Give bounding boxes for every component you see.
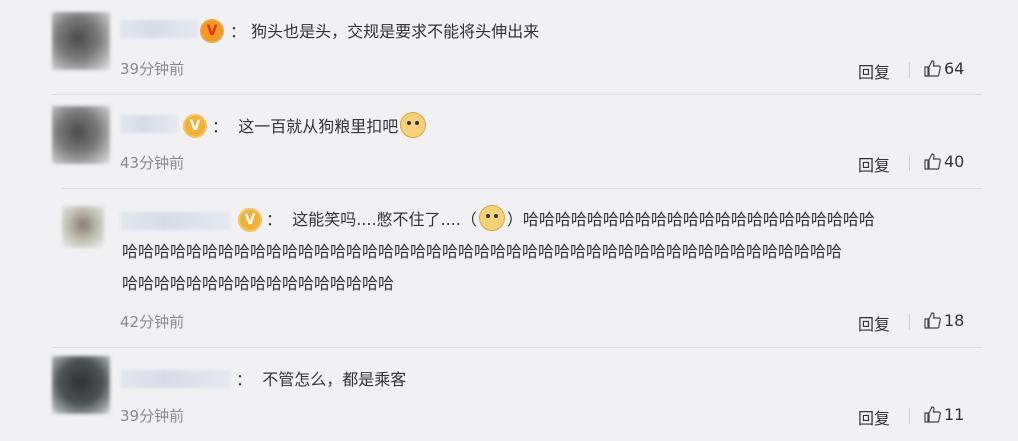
like-button[interactable]: 64: [923, 59, 964, 78]
avatar[interactable]: [52, 106, 110, 164]
avatar[interactable]: [62, 206, 104, 248]
like-count: 64: [944, 59, 965, 78]
comment-text-line-2: 哈哈哈哈哈哈哈哈哈哈哈哈哈哈哈哈哈哈哈哈哈哈哈哈哈哈哈哈哈哈哈哈哈哈哈哈哈哈哈哈…: [122, 242, 843, 261]
comment-time: 39分钟前: [120, 60, 185, 78]
like-button[interactable]: 18: [923, 311, 964, 330]
action-divider: [909, 155, 910, 171]
thumbs-up-icon: [924, 312, 941, 329]
like-button[interactable]: 40: [923, 152, 964, 171]
avatar[interactable]: [52, 356, 110, 414]
reply-button[interactable]: 回复: [858, 311, 890, 335]
comment-time: 43分钟前: [120, 154, 185, 172]
comment-text: ： 不管怎么，都是乘客: [236, 370, 407, 389]
avatar[interactable]: [52, 12, 110, 70]
username[interactable]: [120, 20, 198, 38]
doge-emoji-icon: [400, 112, 427, 138]
thumbs-up-icon: [924, 60, 941, 77]
comment-text: ： 这一百就从狗粮里扣吧: [212, 111, 428, 143]
action-divider: [909, 408, 910, 424]
verified-v-icon: V: [238, 208, 262, 232]
like-count: 11: [944, 405, 965, 424]
doge-emoji-icon: [478, 205, 505, 231]
comment-time: 42分钟前: [120, 313, 185, 331]
action-divider: [909, 62, 910, 78]
thumbs-up-icon: [924, 153, 941, 170]
like-count: 40: [944, 152, 965, 171]
username[interactable]: [120, 115, 178, 133]
comment-text: ： 狗头也是头，交规是要求不能将头伸出来: [230, 22, 540, 41]
verified-v-icon: V: [183, 114, 207, 138]
like-button[interactable]: 11: [923, 405, 964, 424]
comment-text-line-3: 哈哈哈哈哈哈哈哈哈哈哈哈哈哈哈哈哈: [122, 274, 395, 293]
thumbs-up-icon: [924, 406, 941, 423]
like-count: 18: [944, 311, 965, 330]
username[interactable]: [120, 370, 230, 388]
action-divider: [909, 314, 910, 330]
divider: [62, 188, 982, 189]
reply-button[interactable]: 回复: [858, 405, 890, 429]
comment-text-line-1: ： 这能笑吗....憋不住了....（ ）哈哈哈哈哈哈哈哈哈哈哈哈哈哈哈哈哈哈哈哈…: [266, 204, 875, 236]
divider: [52, 347, 982, 348]
reply-button[interactable]: 回复: [858, 152, 890, 176]
verified-v-icon: V: [200, 19, 224, 43]
comment-time: 39分钟前: [120, 407, 185, 425]
username[interactable]: [120, 212, 230, 230]
divider: [52, 94, 982, 95]
reply-button[interactable]: 回复: [858, 59, 890, 83]
